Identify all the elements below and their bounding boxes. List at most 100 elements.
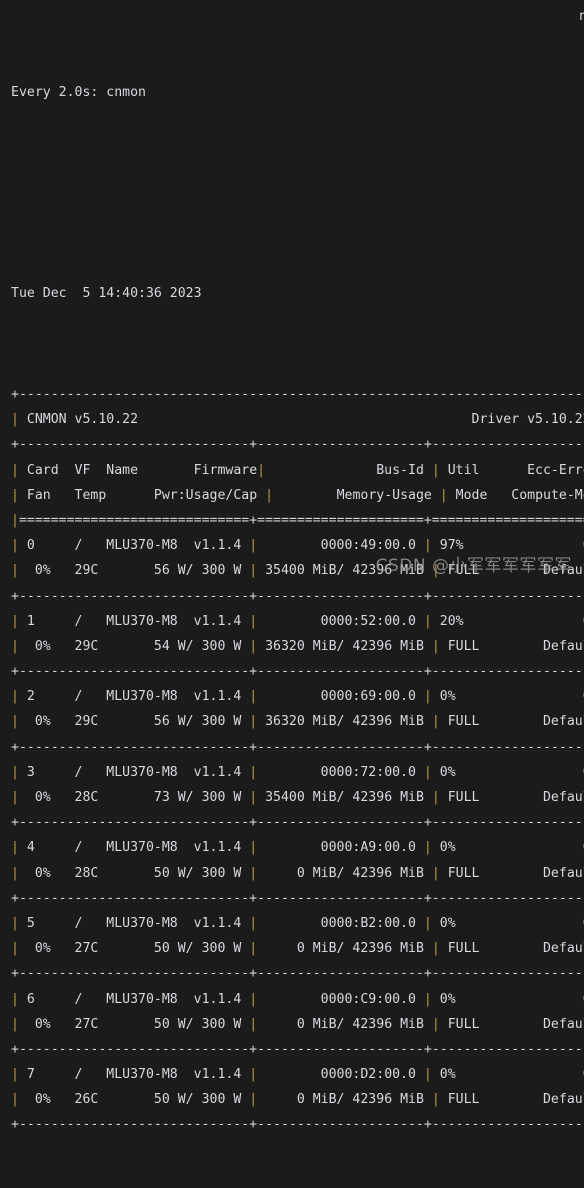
- cell-right: 97% 0: [432, 538, 584, 553]
- cell-left: 4 / MLU370-M8 v1.1.4: [19, 840, 249, 855]
- cell-right: FULL Default: [440, 1092, 584, 1107]
- rule-glyphs: +-----------------------------+---------…: [11, 966, 584, 981]
- watch-header-line: Every 2.0s: cnmon: [11, 80, 584, 105]
- cell-left: 0% 28C 73 W/ 300 W: [19, 790, 249, 805]
- cell-right: FULL Default: [440, 866, 584, 881]
- cell-left: 0% 29C 56 W/ 300 W: [19, 714, 249, 729]
- pipe-glyph: |: [11, 1017, 19, 1032]
- table-row-card-line2: | 0% 26C 50 W/ 300 W | 0 MiB/ 42396 MiB …: [11, 1087, 584, 1112]
- table-row-card-line1: | 3 / MLU370-M8 v1.1.4 | 0000:72:00.0 | …: [11, 760, 584, 785]
- pipe-glyph: |: [11, 866, 19, 881]
- cell-right: Util Ecc-Error: [440, 463, 584, 478]
- pipe-glyph: |: [11, 714, 19, 729]
- cell-right: 0% 0: [432, 1067, 584, 1082]
- cell-middle: 35400 MiB/ 42396 MiB: [257, 790, 432, 805]
- pipe-glyph: |: [424, 689, 432, 704]
- cell-middle: 0000:A9:00.0: [257, 840, 424, 855]
- cell-right: 0% 0: [432, 916, 584, 931]
- cell-left: 0 / MLU370-M8 v1.1.4: [19, 538, 249, 553]
- cell-middle: 0000:49:00.0: [257, 538, 424, 553]
- pipe-glyph: |: [11, 1092, 19, 1107]
- rule-glyphs: +-----------------------------+---------…: [11, 1117, 584, 1132]
- cell-right: 0% 0: [432, 840, 584, 855]
- cell-right: FULL Default: [440, 941, 584, 956]
- pipe-glyph: |: [11, 992, 19, 1007]
- cell-right: FULL Default: [440, 639, 584, 654]
- table-row-card-line1: | 5 / MLU370-M8 v1.1.4 | 0000:B2:00.0 | …: [11, 911, 584, 936]
- cell-middle: 0000:C9:00.0: [257, 992, 424, 1007]
- pipe-glyph: |: [432, 1092, 440, 1107]
- cell-middle: 36320 MiB/ 42396 MiB: [257, 714, 432, 729]
- pipe-glyph: |: [11, 614, 19, 629]
- pipe-glyph: |: [249, 689, 257, 704]
- pipe-glyph: |: [249, 614, 257, 629]
- table-rule-split: +-----------------------------+---------…: [11, 1112, 584, 1137]
- pipe-glyph: |: [257, 463, 265, 478]
- watch-header-text: Every 2.0s: cnmon: [11, 85, 146, 100]
- pipe-glyph: |: [11, 840, 19, 855]
- pipe-glyph: |: [265, 488, 273, 503]
- pipe-glyph: |: [249, 941, 257, 956]
- cell-right: FULL Default: [440, 790, 584, 805]
- pipe-glyph: |: [249, 1017, 257, 1032]
- table-row-card-line1: | 0 / MLU370-M8 v1.1.4 | 0000:49:00.0 | …: [11, 533, 584, 558]
- table-row-card-line2: | 0% 27C 50 W/ 300 W | 0 MiB/ 42396 MiB …: [11, 1012, 584, 1037]
- cell-middle: Bus-Id: [265, 463, 432, 478]
- cnmon-table: +---------------------------------------…: [11, 382, 584, 1138]
- cell-middle: 0000:72:00.0: [257, 765, 424, 780]
- pipe-glyph: |: [249, 765, 257, 780]
- terminal-window[interactable]: Every 2.0s: cnmon Tue Dec 5 14:40:36 202…: [0, 0, 584, 596]
- cell-middle: 0000:B2:00.0: [257, 916, 424, 931]
- pipe-glyph: |: [249, 538, 257, 553]
- pipe-glyph: |: [11, 916, 19, 931]
- cell-left: 0% 27C 50 W/ 300 W: [19, 941, 249, 956]
- timestamp-text: Tue Dec 5 14:40:36 2023: [11, 286, 202, 301]
- cell-middle: 36320 MiB/ 42396 MiB: [257, 639, 432, 654]
- pipe-glyph: |: [249, 714, 257, 729]
- table-row-card-line2: | 0% 28C 73 W/ 300 W | 35400 MiB/ 42396 …: [11, 785, 584, 810]
- cell-right: FULL Default: [440, 714, 584, 729]
- cell-left: 6 / MLU370-M8 v1.1.4: [19, 992, 249, 1007]
- table-rule-split: +-----------------------------+---------…: [11, 1037, 584, 1062]
- pipe-glyph: |: [249, 840, 257, 855]
- cell-right: 0% 0: [432, 765, 584, 780]
- spacer-line-1: [11, 180, 584, 205]
- table-rule-split: +-----------------------------+---------…: [11, 810, 584, 835]
- table-row-card-line2: | 0% 28C 50 W/ 300 W | 0 MiB/ 42396 MiB …: [11, 861, 584, 886]
- pipe-glyph: |: [432, 563, 440, 578]
- table-header-row-2: | Fan Temp Pwr:Usage/Cap | Memory-Usage …: [11, 483, 584, 508]
- rule-glyphs: +-----------------------------+---------…: [11, 437, 584, 452]
- pipe-glyph: |: [11, 639, 19, 654]
- pipe-glyph: |: [11, 689, 19, 704]
- table-row-card-line1: | 4 / MLU370-M8 v1.1.4 | 0000:A9:00.0 | …: [11, 835, 584, 860]
- pipe-glyph: |: [432, 866, 440, 881]
- cell-right: 20% 0: [432, 614, 584, 629]
- pipe-glyph: |: [11, 488, 19, 503]
- pipe-glyph: |: [249, 790, 257, 805]
- cell-middle: 0000:69:00.0: [257, 689, 424, 704]
- pipe-glyph: |: [11, 790, 19, 805]
- table-rule-split: +-----------------------------+---------…: [11, 659, 584, 684]
- cell-left: 0% 29C 56 W/ 300 W: [19, 563, 249, 578]
- cell-left: 1 / MLU370-M8 v1.1.4: [19, 614, 249, 629]
- table-row-card-line1: | 2 / MLU370-M8 v1.1.4 | 0000:69:00.0 | …: [11, 684, 584, 709]
- cell-left: 5 / MLU370-M8 v1.1.4: [19, 916, 249, 931]
- watch-header-right-clip: r: [578, 4, 584, 29]
- cell-left: 7 / MLU370-M8 v1.1.4: [19, 1067, 249, 1082]
- pipe-glyph: |: [11, 412, 19, 427]
- cell-left: 0% 28C 50 W/ 300 W: [19, 866, 249, 881]
- table-rule-full: +---------------------------------------…: [11, 382, 584, 407]
- pipe-glyph: |: [424, 538, 432, 553]
- cell-left: 2 / MLU370-M8 v1.1.4: [19, 689, 249, 704]
- pipe-glyph: |: [11, 463, 19, 478]
- cell-middle: 35400 MiB/ 42396 MiB: [257, 563, 432, 578]
- pipe-glyph: |: [249, 992, 257, 1007]
- rule-glyphs: +-----------------------------+---------…: [11, 815, 584, 830]
- pipe-glyph: |: [424, 992, 432, 1007]
- cell-middle: 0 MiB/ 42396 MiB: [257, 866, 432, 881]
- cell-right: 0% 0: [432, 992, 584, 1007]
- pipe-glyph: |: [432, 941, 440, 956]
- cell-middle: Memory-Usage: [273, 488, 440, 503]
- pipe-glyph: |: [11, 513, 19, 528]
- timestamp-line: Tue Dec 5 14:40:36 2023: [11, 281, 584, 306]
